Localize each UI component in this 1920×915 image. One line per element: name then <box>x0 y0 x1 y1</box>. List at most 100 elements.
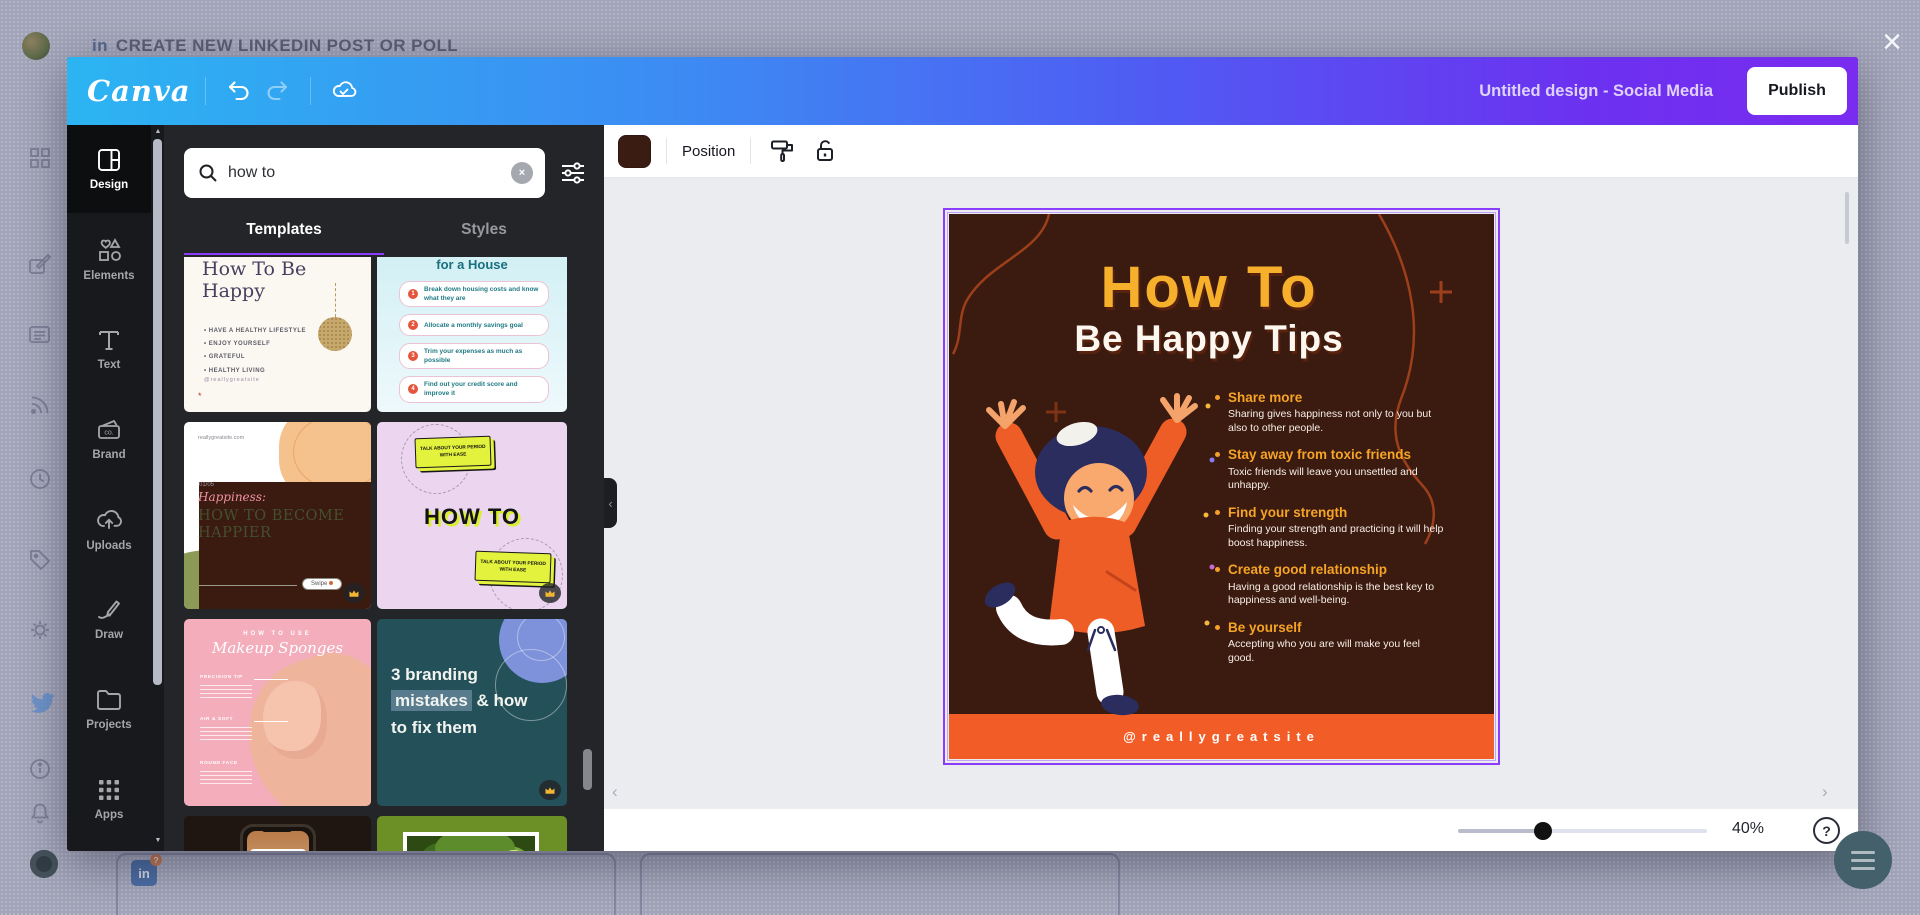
template-results: How To Be Happy • HAVE A HEALTHY LIFESTY… <box>184 257 587 851</box>
phone-frame <box>240 824 316 851</box>
canva-logo[interactable]: Canva <box>87 74 191 108</box>
scrollbar-thumb[interactable] <box>153 139 162 685</box>
unlock-icon[interactable] <box>808 134 842 168</box>
template-food-photo[interactable] <box>377 816 567 851</box>
document-icon <box>28 323 52 347</box>
ornament-string <box>335 283 336 317</box>
canvas-column: Position <box>604 125 1858 851</box>
sidebar-item-brand[interactable]: co. Brand <box>67 395 151 483</box>
tiny-text-lines <box>200 727 252 741</box>
status-bar: 40% ? <box>604 808 1858 851</box>
scroll-down-icon[interactable]: ▼ <box>153 837 163 844</box>
scroll-right-icon[interactable]: › <box>1822 782 1828 802</box>
sidebar-item-apps[interactable]: Apps <box>67 755 151 843</box>
divider <box>205 77 206 105</box>
floating-menu-button[interactable] <box>1834 831 1892 889</box>
tip-item: Find your strengthFinding your strength … <box>1215 505 1447 550</box>
sidebar-item-label: Design <box>90 179 128 191</box>
filter-icon[interactable] <box>558 161 588 185</box>
sidebar-item-label: Text <box>98 359 121 371</box>
background-card <box>116 853 616 915</box>
scrollbar-thumb[interactable] <box>583 749 592 790</box>
annotation-line <box>254 679 288 680</box>
tip-item: Create good relationshipHaving a good re… <box>1215 562 1447 607</box>
gear-icon <box>28 618 52 642</box>
tip-item: Be yourselfAccepting who you are will ma… <box>1215 620 1447 665</box>
close-icon[interactable]: × <box>1872 22 1912 62</box>
zoom-slider[interactable] <box>1458 829 1707 833</box>
edit-icon <box>28 253 52 277</box>
position-button[interactable]: Position <box>682 143 735 160</box>
background-page-title: inCREATE NEW LINKEDIN POST OR POLL <box>92 36 458 56</box>
annotation-line <box>254 721 288 722</box>
bell-icon <box>28 801 52 825</box>
sidebar-item-draw[interactable]: Draw <box>67 575 151 663</box>
zoom-level: 40% <box>1732 820 1784 838</box>
divider <box>750 138 751 164</box>
template-talk-about-period[interactable]: TALK ABOUT YOUR PERIOD WITH EASE HOW TO … <box>377 422 567 609</box>
design-title[interactable]: Untitled design - Social Media <box>1479 82 1713 101</box>
context-toolbar: Position <box>604 125 1858 178</box>
tiny-text-lines <box>200 685 252 699</box>
search-box[interactable]: × <box>184 148 545 198</box>
background-avatar <box>22 32 50 60</box>
happy-character-illustration <box>959 374 1224 719</box>
sidebar-item-label: Elements <box>83 270 134 282</box>
vertical-scrollbar-thumb[interactable] <box>1845 192 1849 244</box>
template-how-to-be-happy[interactable]: How To Be Happy • HAVE A HEALTHY LIFESTY… <box>184 257 371 412</box>
clock-icon <box>28 467 52 491</box>
background-user-avatar <box>30 850 58 878</box>
photo-frame <box>403 832 539 851</box>
sidebar-item-projects[interactable]: Projects <box>67 665 151 753</box>
template-saving-for-a-house[interactable]: for a House 1Break down housing costs an… <box>377 257 567 412</box>
divider <box>310 77 311 105</box>
undo-button[interactable] <box>220 72 258 110</box>
selected-page[interactable]: How To Be Happy Tips <box>949 214 1494 759</box>
poster-title-line1: How To <box>989 254 1429 321</box>
sidebar-item-design[interactable]: Design <box>67 125 151 213</box>
sidebar-item-uploads[interactable]: Uploads <box>67 485 151 573</box>
phone-screen <box>247 831 309 851</box>
collapse-panel-button[interactable]: ‹ <box>604 478 617 528</box>
sponge-photo <box>263 681 327 759</box>
template-how-to-become-happier[interactable]: reallygreatsite.com 01/05 Happiness: HOW… <box>184 422 371 609</box>
tip-item: Stay away from toxic friendsToxic friend… <box>1215 447 1447 492</box>
tip-item: Share moreSharing gives happiness not on… <box>1215 390 1447 435</box>
sidebar-item-label: Brand <box>92 449 125 461</box>
design-page[interactable]: How To Be Happy Tips <box>949 214 1494 759</box>
redo-button[interactable] <box>258 72 296 110</box>
panel-tabs: Templates Styles <box>184 221 584 255</box>
clear-search-icon[interactable]: × <box>511 162 533 184</box>
svg-text:co.: co. <box>104 430 113 437</box>
rss-icon <box>28 393 52 417</box>
zoom-slider-thumb[interactable] <box>1534 822 1552 840</box>
cloud-saved-icon[interactable] <box>325 72 363 110</box>
scroll-left-icon[interactable]: ‹ <box>612 782 618 802</box>
background-card <box>640 853 1120 915</box>
tag-icon <box>28 548 52 572</box>
canvas-area[interactable]: How To Be Happy Tips <box>604 178 1858 808</box>
publish-button[interactable]: Publish <box>1747 67 1847 115</box>
template-phone-mockup[interactable] <box>184 816 371 851</box>
poster-footer-handle: @reallygreatsite <box>949 714 1494 759</box>
tiny-text-lines <box>200 771 252 785</box>
sidebar-item-text[interactable]: Text <box>67 305 151 393</box>
search-pill <box>249 849 307 851</box>
grid-icon <box>28 146 52 170</box>
background-color-swatch[interactable] <box>618 135 651 168</box>
help-button[interactable]: ? <box>1813 817 1840 844</box>
pro-crown-icon <box>539 583 561 603</box>
sidebar-item-label: Apps <box>95 809 124 821</box>
scroll-up-icon[interactable]: ▲ <box>153 128 163 135</box>
search-input[interactable] <box>228 164 511 182</box>
paint-roller-icon[interactable] <box>766 134 800 168</box>
tab-templates[interactable]: Templates <box>184 221 384 255</box>
template-makeup-sponges[interactable]: HOW TO USE Makeup Sponges PRECISION TIP … <box>184 619 371 806</box>
divider <box>199 585 297 586</box>
panel-scrollbar[interactable]: ▲ ▼ <box>152 125 164 851</box>
info-icon <box>28 757 52 781</box>
tab-styles[interactable]: Styles <box>384 221 584 255</box>
sidebar-item-elements[interactable]: Elements <box>67 215 151 303</box>
template-branding-mistakes[interactable]: 3 branding mistakes & how to fix them <box>377 619 567 806</box>
question-badge: ? <box>150 854 162 866</box>
